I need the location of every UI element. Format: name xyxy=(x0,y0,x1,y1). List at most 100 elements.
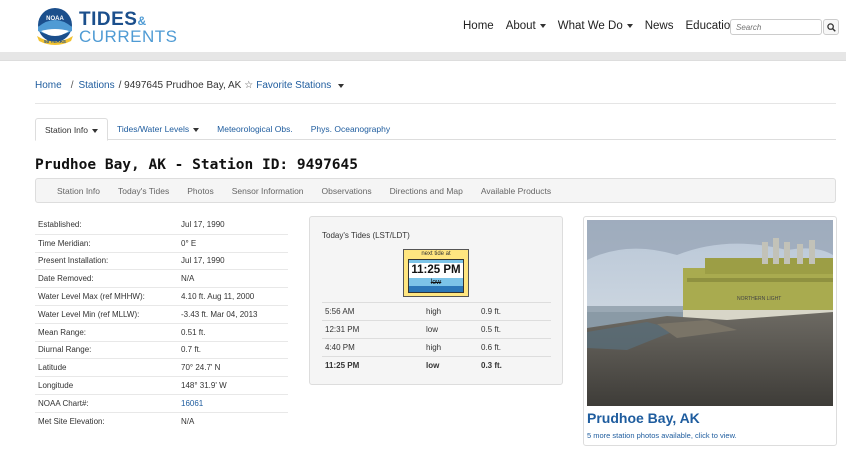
info-label: Mean Range: xyxy=(38,327,87,337)
station-info-table: Established: Jul 17, 1990 Time Meridian: 0… xyxy=(35,216,288,430)
nav-about[interactable]: About xyxy=(506,20,546,32)
table-row: 5:56 AM high 0.9 ft. xyxy=(322,302,551,320)
subnav-available-products[interactable]: Available Products xyxy=(472,179,560,202)
tide-type: low xyxy=(426,325,439,334)
table-row: NOAA Chart#: 16061 xyxy=(35,393,288,412)
info-label: Latitude xyxy=(38,363,67,373)
subnav-photos[interactable]: Photos xyxy=(178,179,222,202)
table-row: Met Site Elevation: N/A xyxy=(35,411,288,430)
divider xyxy=(35,103,836,104)
tide-height: 0.9 ft. xyxy=(481,307,502,316)
building-sign-text: NORTHERN LIGHT xyxy=(737,296,781,302)
tide-time: 4:40 PM xyxy=(325,343,355,352)
tide-predictions-list: 5:56 AM high 0.9 ft. 12:31 PM low 0.5 ft. 4:… xyxy=(322,302,551,374)
noaa-chart-link[interactable]: 16061 xyxy=(181,399,203,408)
subnav-todays-tides[interactable]: Today's Tides xyxy=(109,179,178,202)
info-label: NOAA Chart#: xyxy=(38,398,89,408)
table-row: Time Meridian: 0° E xyxy=(35,233,288,252)
tide-time: 5:56 AM xyxy=(325,307,355,316)
nav-home[interactable]: Home xyxy=(463,20,494,32)
info-value: N/A xyxy=(181,274,195,284)
info-value: 4.10 ft. Aug 11, 2000 xyxy=(181,292,255,302)
search-input[interactable] xyxy=(730,19,822,35)
next-tide-display: 11:25 PM low xyxy=(408,259,464,293)
info-label: Met Site Elevation: xyxy=(38,416,105,426)
info-value: 148° 31.9' W xyxy=(181,381,227,391)
caret-down-icon xyxy=(626,23,633,28)
caret-down-icon[interactable] xyxy=(338,83,345,88)
info-label: Water Level Min (ref MLLW): xyxy=(38,309,140,319)
table-row: Present Installation: Jul 17, 1990 xyxy=(35,251,288,270)
info-label: Established: xyxy=(38,220,82,230)
next-tide-time: 11:25 PM xyxy=(409,263,463,278)
nav-news[interactable]: News xyxy=(645,20,674,32)
more-photos-link[interactable]: 5 more station photos available, click t… xyxy=(587,431,737,440)
subnav-directions-map[interactable]: Directions and Map xyxy=(381,179,472,202)
tide-height: 0.5 ft. xyxy=(481,325,502,334)
breadcrumb-stations[interactable]: Stations xyxy=(78,80,114,91)
site-header: NOAA 50 YEARS TIDES& CURRENTS Home About… xyxy=(0,0,846,52)
todays-tides-panel: Today's Tides (LST/LDT) next tide at 11:… xyxy=(309,216,563,385)
table-row: Water Level Max (ref MHHW): 4.10 ft. Aug … xyxy=(35,287,288,305)
logo-badge-text: NOAA xyxy=(46,16,64,22)
table-row: Latitude 70° 24.7' N xyxy=(35,358,288,376)
tab-meteorological-obs[interactable]: Meteorological Obs. xyxy=(208,118,302,140)
tide-type: low xyxy=(426,361,440,370)
tide-type: high xyxy=(426,343,442,352)
subnav-station-info[interactable]: Station Info xyxy=(48,179,109,202)
tab-tides-water-levels[interactable]: Tides/Water Levels xyxy=(108,118,208,140)
nav-what-we-do[interactable]: What We Do xyxy=(558,20,633,32)
info-label: Longitude xyxy=(38,381,74,391)
main-nav: Home About What We Do News Education xyxy=(463,20,759,32)
page-title: Prudhoe Bay, AK - Station ID: 9497645 xyxy=(35,157,359,173)
tides-title: Today's Tides (LST/LDT) xyxy=(322,231,410,240)
info-value: 0.51 ft. xyxy=(181,327,206,337)
search-icon xyxy=(826,22,836,32)
caret-down-icon xyxy=(92,128,99,133)
wordmark-amp: & xyxy=(137,14,147,28)
star-icon[interactable]: ☆ xyxy=(244,80,253,91)
table-row: Diurnal Range: 0.7 ft. xyxy=(35,340,288,359)
info-value: 0.7 ft. xyxy=(181,345,202,355)
info-value: 70° 24.7' N xyxy=(181,363,221,373)
tide-height: 0.6 ft. xyxy=(481,343,502,352)
table-row: Longitude 148° 31.9' W xyxy=(35,376,288,394)
info-label: Date Removed: xyxy=(38,274,94,284)
breadcrumb: Home / Stations / 9497645 Prudhoe Bay, A… xyxy=(35,80,345,91)
table-row: 11:25 PM low 0.3 ft. xyxy=(322,356,551,374)
table-row: Water Level Min (ref MLLW): -3.43 ft. Mar… xyxy=(35,304,288,323)
station-tabs: Station Info Tides/Water Levels Meteorol… xyxy=(35,118,836,141)
photo-station-name[interactable]: Prudhoe Bay, AK xyxy=(587,410,700,426)
next-tide-widget: next tide at 11:25 PM low xyxy=(403,249,469,297)
info-label: Water Level Max (ref MHHW): xyxy=(38,292,145,302)
tide-time: 11:25 PM xyxy=(325,361,360,370)
subnav-observations[interactable]: Observations xyxy=(313,179,381,202)
next-tide-label: next tide at xyxy=(421,251,451,257)
favorite-stations-link[interactable]: Favorite Stations xyxy=(256,80,331,91)
tide-height: 0.3 ft. xyxy=(481,361,502,370)
tab-phys-oceanography[interactable]: Phys. Oceanography xyxy=(302,118,399,140)
subnav-sensor-information[interactable]: Sensor Information xyxy=(223,179,313,202)
wordmark-tides: TIDES xyxy=(79,9,138,30)
breadcrumb-current: / 9497645 Prudhoe Bay, AK xyxy=(118,80,242,91)
table-row: Mean Range: 0.51 ft. xyxy=(35,322,288,341)
breadcrumb-home[interactable]: Home xyxy=(35,80,62,91)
station-photo[interactable]: NORTHERN LIGHT xyxy=(587,220,833,406)
noaa-logo[interactable]: NOAA 50 YEARS xyxy=(35,7,75,45)
info-value: 0° E xyxy=(181,238,197,248)
info-value: -3.43 ft. Mar 04, 2013 xyxy=(181,309,258,319)
table-row: 4:40 PM high 0.6 ft. xyxy=(322,338,551,356)
search-button[interactable] xyxy=(823,19,839,35)
tide-type: high xyxy=(426,307,442,316)
next-tide-state: low xyxy=(430,279,442,286)
info-label: Present Installation: xyxy=(38,256,109,266)
table-row: Date Removed: N/A xyxy=(35,269,288,287)
breadcrumb-separator: / xyxy=(70,80,74,91)
caret-down-icon xyxy=(193,127,200,132)
caret-down-icon xyxy=(539,23,546,28)
logo-ring-text: 50 YEARS xyxy=(44,39,66,44)
info-label: Diurnal Range: xyxy=(38,345,92,355)
tab-station-info[interactable]: Station Info xyxy=(35,118,109,141)
header-divider xyxy=(0,52,846,61)
tides-currents-wordmark[interactable]: TIDES& CURRENTS xyxy=(79,9,177,47)
